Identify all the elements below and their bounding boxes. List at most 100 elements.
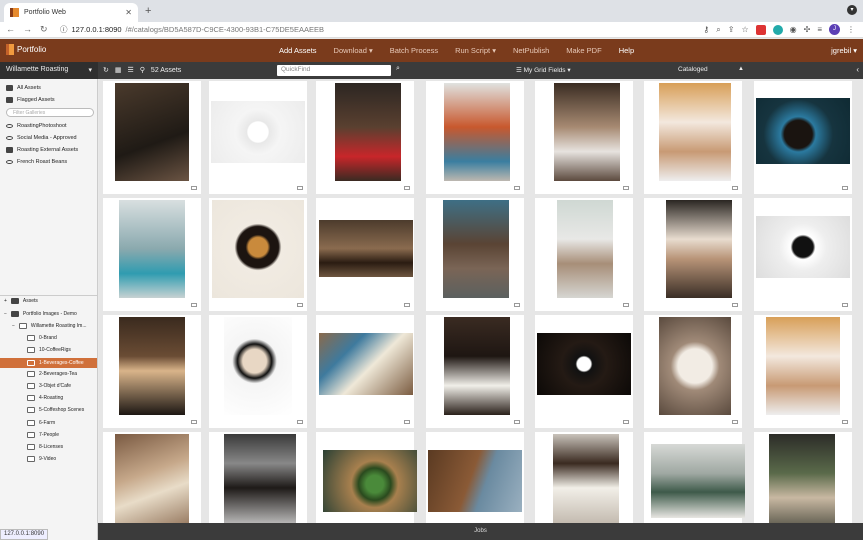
asset-thumbnail[interactable] — [316, 81, 414, 194]
download-menu[interactable]: Download ▾ — [334, 46, 373, 55]
tree-item-folder[interactable]: 8-Licenses — [27, 444, 63, 450]
run-script-menu[interactable]: Run Script ▾ — [455, 46, 496, 55]
kebab-menu-icon[interactable]: ⋮ — [847, 25, 855, 34]
tree-item-folder[interactable]: 10-CoffeeRigs — [27, 347, 71, 353]
window-menu-icon[interactable]: ▾ — [847, 5, 857, 15]
close-tab-icon[interactable]: ✕ — [125, 8, 132, 17]
tree-item-folder[interactable]: 2-Beverages-Tea — [27, 371, 77, 377]
asset-thumbnail[interactable] — [209, 198, 307, 311]
asset-thumbnail[interactable] — [209, 315, 307, 428]
gallery-item[interactable]: Social Media - Approved — [6, 135, 77, 141]
asset-thumbnail[interactable] — [754, 198, 852, 311]
asset-thumbnail[interactable] — [316, 198, 414, 311]
tree-item-folder[interactable]: 3-Objet d'Cafe — [27, 383, 71, 389]
back-icon[interactable]: ← — [6, 24, 15, 35]
tree-item-willamette[interactable]: − Willamette Roasting Im... — [12, 323, 87, 329]
filter-galleries-input[interactable]: Filter Galleries — [6, 108, 94, 117]
asset-thumbnail[interactable] — [535, 198, 633, 311]
star-icon[interactable]: ☆ — [741, 25, 748, 34]
flag-icon[interactable] — [623, 303, 629, 307]
profile-avatar[interactable]: J — [829, 24, 840, 35]
flag-icon[interactable] — [297, 303, 303, 307]
browser-tab[interactable]: Portfolio Web ✕ — [4, 3, 138, 22]
flag-icon[interactable] — [191, 420, 197, 424]
collapse-icon[interactable]: − — [12, 323, 15, 329]
gallery-item[interactable]: Roasting External Assets — [6, 147, 78, 153]
asset-thumbnail[interactable] — [426, 432, 524, 523]
sidebar-all-assets[interactable]: All Assets — [6, 85, 41, 91]
portfolio-logo[interactable]: Portfolio — [6, 44, 46, 55]
share-icon[interactable]: ⇪ — [728, 25, 735, 34]
asset-thumbnail[interactable] — [754, 315, 852, 428]
batch-process-button[interactable]: Batch Process — [390, 46, 438, 55]
asset-thumbnail[interactable] — [209, 81, 307, 194]
flag-icon[interactable] — [514, 186, 520, 190]
asset-thumbnail[interactable] — [426, 81, 524, 194]
make-pdf-button[interactable]: Make PDF — [566, 46, 601, 55]
extension-red-icon[interactable] — [755, 24, 766, 35]
catalog-selector[interactable]: Willamette Roasting ▾ — [0, 62, 98, 79]
tree-item-assets[interactable]: + Assets — [4, 298, 38, 304]
filter-icon[interactable]: ⚲ — [140, 66, 145, 74]
gallery-item[interactable]: French Roast Beans — [6, 159, 67, 165]
asset-thumbnail[interactable] — [103, 315, 201, 428]
reload-icon[interactable]: ↻ — [40, 24, 48, 35]
flag-icon[interactable] — [732, 420, 738, 424]
flag-icon[interactable] — [297, 186, 303, 190]
asset-thumbnail[interactable] — [644, 198, 742, 311]
flag-icon[interactable] — [842, 420, 848, 424]
quickfind-input[interactable]: QuickFind — [277, 65, 391, 76]
asset-thumbnail[interactable] — [316, 315, 414, 428]
flag-icon[interactable] — [191, 303, 197, 307]
sort-field[interactable]: Cataloged — [678, 66, 708, 73]
search-icon[interactable]: ⌕ — [396, 65, 400, 73]
gallery-item[interactable]: RoastingPhotoshoot — [6, 123, 67, 129]
asset-thumbnail[interactable] — [535, 315, 633, 428]
media-icon[interactable]: ≡ — [817, 25, 822, 34]
flag-icon[interactable] — [514, 420, 520, 424]
asset-thumbnail[interactable] — [103, 81, 201, 194]
flag-icon[interactable] — [732, 186, 738, 190]
user-menu[interactable]: jgrebil ▾ — [831, 46, 857, 55]
asset-thumbnail[interactable] — [754, 81, 852, 194]
url-field[interactable]: ⓘ 127.0.0.1:8090/#/catalogs/BD5A587D-C9C… — [60, 24, 324, 35]
grid-view-icon[interactable]: ▦ — [115, 66, 122, 74]
asset-thumbnail[interactable] — [316, 432, 417, 523]
asset-thumbnail[interactable] — [754, 432, 852, 523]
tree-item-folder-selected[interactable]: 1-Beverages-Coffee — [0, 358, 97, 368]
expand-icon[interactable]: + — [4, 298, 7, 304]
flag-icon[interactable] — [191, 186, 197, 190]
collapse-icon[interactable]: − — [4, 311, 7, 317]
tree-item-folder[interactable]: 0-Brand — [27, 335, 57, 341]
flag-icon[interactable] — [623, 186, 629, 190]
grid-fields-menu[interactable]: ☰ My Grid Fields ▾ — [516, 66, 571, 74]
jobs-bar[interactable]: Jobs — [98, 523, 863, 540]
puzzle-icon[interactable]: ✣ — [804, 25, 811, 34]
flag-icon[interactable] — [732, 303, 738, 307]
tree-item-folder[interactable]: 6-Farm — [27, 420, 55, 426]
tree-item-folder[interactable]: 7-People — [27, 432, 59, 438]
flag-icon[interactable] — [514, 303, 520, 307]
key-icon[interactable]: ⚷ — [703, 25, 709, 34]
asset-thumbnail[interactable] — [426, 315, 524, 428]
tree-item-folder[interactable]: 4-Roasting — [27, 395, 63, 401]
asset-thumbnail[interactable] — [644, 315, 742, 428]
collapse-panel-icon[interactable]: ‹ — [856, 65, 859, 74]
flag-icon[interactable] — [842, 186, 848, 190]
list-view-icon[interactable]: ☰ — [128, 66, 134, 74]
flag-icon[interactable] — [404, 303, 410, 307]
tree-item-portfolio-images[interactable]: − Portfolio Images - Demo — [4, 311, 77, 317]
extension-teal-icon[interactable] — [772, 24, 783, 35]
tree-item-folder[interactable]: 5-Coffeshop Scenes — [27, 407, 84, 413]
flag-icon[interactable] — [404, 420, 410, 424]
flag-icon[interactable] — [842, 303, 848, 307]
forward-icon[interactable]: → — [23, 24, 32, 35]
asset-thumbnail[interactable] — [209, 432, 307, 523]
sort-direction-icon[interactable]: ▲ — [738, 66, 744, 72]
help-button[interactable]: Help — [619, 46, 634, 55]
asset-thumbnail[interactable] — [426, 198, 524, 311]
flag-icon[interactable] — [623, 420, 629, 424]
asset-thumbnail[interactable] — [535, 81, 633, 194]
new-tab-button[interactable]: + — [145, 5, 151, 17]
add-assets-button[interactable]: Add Assets — [279, 46, 317, 55]
